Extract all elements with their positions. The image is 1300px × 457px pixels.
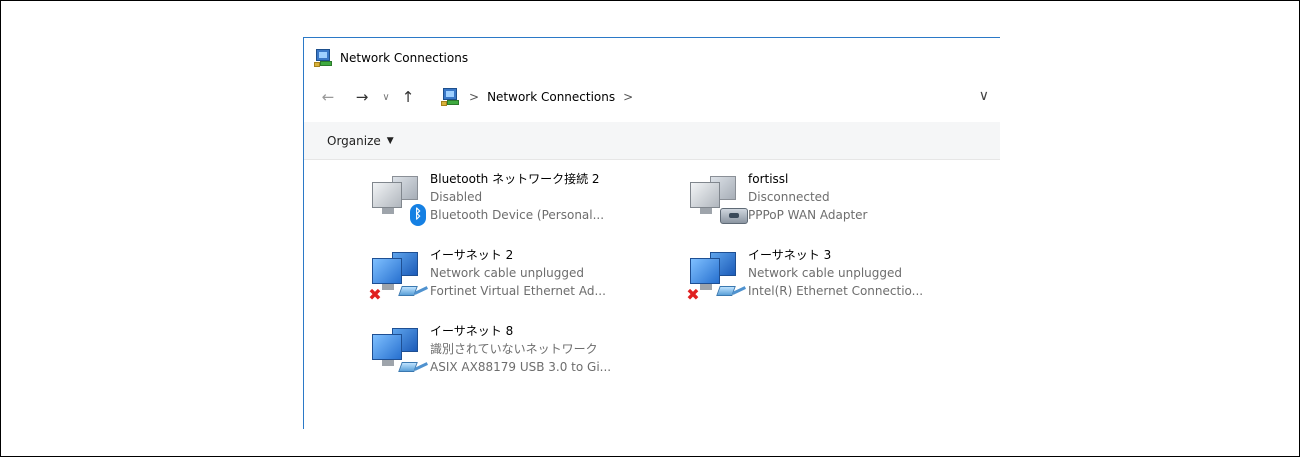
back-arrow-icon[interactable]: ←: [317, 85, 339, 109]
up-arrow-icon[interactable]: ↑: [397, 85, 419, 109]
explorer-window: Network Connections ← → ∨ ↑ > Network Co…: [303, 37, 1000, 429]
address-dropdown-icon[interactable]: ∨: [979, 88, 989, 104]
connection-name: fortissl: [748, 172, 789, 186]
connection-status: Network cable unplugged: [748, 266, 903, 280]
network-connections-icon: [314, 48, 334, 68]
organize-label: Organize: [327, 133, 381, 148]
connections-list: ᛒ Bluetooth ネットワーク接続 2 Disabled Bluetoot…: [304, 160, 1000, 429]
network-cable-icon: [712, 284, 746, 298]
connection-status: Network cable unplugged: [430, 266, 585, 280]
title-bar: Network Connections: [304, 38, 1000, 78]
organize-caret-icon: ▼: [386, 135, 394, 146]
connection-status: Disabled: [430, 190, 483, 204]
connection-name: Bluetooth ネットワーク接続 2: [430, 172, 600, 186]
breadcrumb-separator-trailing[interactable]: >: [623, 90, 633, 104]
connection-name: イーサネット 8: [430, 324, 514, 338]
bluetooth-badge-icon: ᛒ: [410, 204, 426, 226]
connection-status: 識別されていないネットワーク: [430, 342, 598, 356]
bluetooth-adapter-icon: ᛒ: [368, 170, 430, 226]
connection-name: イーサネット 2: [430, 248, 514, 262]
connection-item-bluetooth[interactable]: ᛒ Bluetooth ネットワーク接続 2 Disabled Bluetoot…: [368, 170, 604, 230]
organize-button[interactable]: Organize ▼: [327, 134, 394, 148]
phone-badge-icon: [720, 208, 748, 224]
ethernet-unplugged-icon: ✖: [368, 246, 430, 304]
connection-item-fortissl[interactable]: fortissl Disconnected PPPoP WAN Adapter: [686, 170, 868, 230]
connection-device: Intel(R) Ethernet Connectio...: [748, 284, 924, 298]
recent-locations-chevron-icon[interactable]: ∨: [379, 85, 393, 109]
connection-device: PPPoP WAN Adapter: [748, 208, 868, 222]
ethernet-unplugged-icon: ✖: [686, 246, 748, 304]
connection-item-ethernet-8[interactable]: イーサネット 8 識別されていないネットワーク ASIX AX88179 USB…: [368, 322, 611, 382]
command-bar: Organize ▼: [304, 122, 1000, 160]
address-bar: ← → ∨ ↑ > Network Connections > ∨: [304, 82, 1000, 112]
dialup-adapter-icon: [686, 170, 748, 226]
connection-device: Bluetooth Device (Personal...: [430, 208, 605, 222]
connection-item-ethernet-3[interactable]: ✖ イーサネット 3 Network cable unplugged Intel…: [686, 246, 923, 306]
error-x-icon: ✖: [368, 285, 382, 304]
connection-name: イーサネット 3: [748, 248, 832, 262]
address-box[interactable]: > Network Connections > ∨: [437, 84, 1000, 110]
error-x-icon: ✖: [686, 285, 700, 304]
breadcrumb-network-connections[interactable]: Network Connections: [487, 90, 615, 104]
connection-item-ethernet-2[interactable]: ✖ イーサネット 2 Network cable unplugged Forti…: [368, 246, 606, 306]
forward-arrow-icon[interactable]: →: [351, 85, 373, 109]
address-network-icon: [441, 87, 461, 107]
breadcrumb-separator[interactable]: >: [469, 90, 479, 104]
connection-device: ASIX AX88179 USB 3.0 to Gi...: [430, 360, 612, 374]
connection-status: Disconnected: [748, 190, 830, 204]
network-cable-icon: [394, 284, 428, 298]
ethernet-connected-icon: [368, 322, 430, 378]
connection-device: Fortinet Virtual Ethernet Ad...: [430, 284, 606, 298]
window-title: Network Connections: [340, 51, 469, 65]
network-cable-icon: [394, 360, 428, 374]
